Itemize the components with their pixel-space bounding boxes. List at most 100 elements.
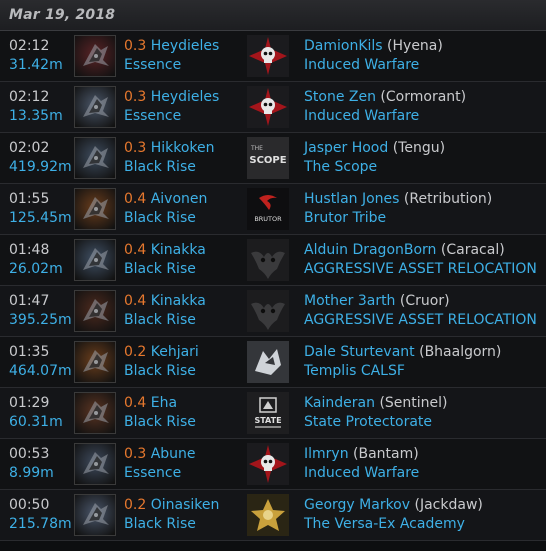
- system-link[interactable]: Eha: [151, 395, 177, 411]
- kill-row[interactable]: 01:35 464.07m 0.2 Kehjari Black Rise Dal…: [0, 337, 546, 388]
- pilot-link[interactable]: Stone Zen: [304, 89, 376, 105]
- pilot-link[interactable]: DamionKils: [304, 38, 383, 54]
- ship-type: (Bantam): [353, 446, 419, 462]
- system-line: 0.3 Heydieles: [124, 37, 219, 56]
- kill-row[interactable]: 01:48 26.02m 0.4 Kinakka Black Rise Aldu…: [0, 235, 546, 286]
- kill-value[interactable]: 8.99m: [9, 464, 54, 483]
- system-link[interactable]: Oinasiken: [151, 497, 220, 513]
- corp-link[interactable]: Induced Warfare: [304, 464, 419, 483]
- aar-logo[interactable]: [247, 290, 289, 332]
- system-line: 0.4 Kinakka: [124, 241, 206, 260]
- ship-icon-caracal[interactable]: [74, 239, 116, 281]
- system-link[interactable]: Heydieles: [151, 38, 220, 54]
- corp-link[interactable]: Induced Warfare: [304, 107, 419, 126]
- ship-icon-retribution[interactable]: [74, 188, 116, 230]
- pilot-link[interactable]: Hustlan Jones: [304, 191, 399, 207]
- kill-time: 01:55: [9, 191, 50, 207]
- ship-icon-sentinel[interactable]: [74, 392, 116, 434]
- region-link[interactable]: Black Rise: [124, 260, 196, 279]
- induced-warfare-logo[interactable]: [247, 86, 289, 128]
- pilot-link[interactable]: Kainderan: [304, 395, 375, 411]
- region-link[interactable]: Black Rise: [124, 362, 196, 381]
- pilot-link[interactable]: Dale Sturtevant: [304, 344, 415, 360]
- region-link[interactable]: Black Rise: [124, 515, 196, 534]
- corp-link[interactable]: AGGRESSIVE ASSET RELOCATION: [304, 260, 537, 279]
- region-link[interactable]: Black Rise: [124, 209, 196, 228]
- the-scope-logo[interactable]: THE SCOPE: [247, 137, 289, 179]
- date-label: Mar 19, 2018: [9, 7, 116, 23]
- system-line: 0.4 Aivonen: [124, 190, 207, 209]
- svg-text:BRUTOR: BRUTOR: [254, 215, 282, 223]
- corp-link[interactable]: Induced Warfare: [304, 56, 419, 75]
- ship-icon-bantam[interactable]: [74, 443, 116, 485]
- kill-time: 00:53: [9, 446, 50, 462]
- pilot-link[interactable]: Mother 3arth: [304, 293, 395, 309]
- kill-time: 01:48: [9, 242, 50, 258]
- system-link[interactable]: Kinakka: [151, 242, 206, 258]
- system-link[interactable]: Kehjari: [151, 344, 199, 360]
- kill-value[interactable]: 395.25m: [9, 311, 72, 330]
- kill-row[interactable]: 00:50 215.78m 0.2 Oinasiken Black Rise G…: [0, 490, 546, 541]
- ship-icon-jackdaw[interactable]: [74, 494, 116, 536]
- system-link[interactable]: Aivonen: [151, 191, 208, 207]
- security-status: 0.3: [124, 446, 147, 462]
- system-line: 0.3 Abune: [124, 445, 196, 464]
- kill-row[interactable]: 01:29 60.31m 0.4 Eha Black Rise STATE Ka…: [0, 388, 546, 439]
- pilot-link[interactable]: Ilmryn: [304, 446, 349, 462]
- kill-value[interactable]: 13.35m: [9, 107, 63, 126]
- corp-link[interactable]: Templis CALSF: [304, 362, 405, 381]
- pilot-link[interactable]: Georgy Markov: [304, 497, 410, 513]
- ship-icon-bhaalgorn[interactable]: [74, 341, 116, 383]
- pilot-link[interactable]: Alduin DragonBorn: [304, 242, 436, 258]
- kill-row[interactable]: 02:12 13.35m 0.3 Heydieles Essence Stone…: [0, 82, 546, 133]
- templis-logo[interactable]: [247, 341, 289, 383]
- region-link[interactable]: Black Rise: [124, 158, 196, 177]
- ship-icon-cruor[interactable]: [74, 290, 116, 332]
- kill-row[interactable]: 00:53 8.99m 0.3 Abune Essence Ilmryn (Ba…: [0, 439, 546, 490]
- svg-text:THE: THE: [250, 145, 263, 152]
- kill-value[interactable]: 419.92m: [9, 158, 72, 177]
- system-link[interactable]: Abune: [151, 446, 196, 462]
- kill-value[interactable]: 464.07m: [9, 362, 72, 381]
- pilot-line: DamionKils (Hyena): [304, 37, 443, 56]
- kill-row[interactable]: 01:47 395.25m 0.4 Kinakka Black Rise Mot…: [0, 286, 546, 337]
- state-protectorate-logo[interactable]: STATE: [247, 392, 289, 434]
- corp-link[interactable]: AGGRESSIVE ASSET RELOCATION: [304, 311, 537, 330]
- pilot-link[interactable]: Jasper Hood: [304, 140, 388, 156]
- security-status: 0.4: [124, 242, 147, 258]
- ship-icon-cormorant[interactable]: [74, 86, 116, 128]
- system-link[interactable]: Heydieles: [151, 89, 220, 105]
- kill-time: 02:02: [9, 140, 50, 156]
- region-link[interactable]: Black Rise: [124, 413, 196, 432]
- corp-link[interactable]: Brutor Tribe: [304, 209, 386, 228]
- region-link[interactable]: Essence: [124, 464, 181, 483]
- induced-warfare-logo[interactable]: [247, 443, 289, 485]
- kill-value[interactable]: 31.42m: [9, 56, 63, 75]
- brutor-logo[interactable]: BRUTOR: [247, 188, 289, 230]
- region-link[interactable]: Essence: [124, 107, 181, 126]
- corp-link[interactable]: State Protectorate: [304, 413, 432, 432]
- corp-link[interactable]: The Versa-Ex Academy: [304, 515, 465, 534]
- kill-row[interactable]: 01:55 125.45m 0.4 Aivonen Black Rise BRU…: [0, 184, 546, 235]
- pilot-line: Alduin DragonBorn (Caracal): [304, 241, 505, 260]
- kill-value[interactable]: 60.31m: [9, 413, 63, 432]
- svg-text:SCOPE: SCOPE: [249, 155, 286, 166]
- ship-type: (Caracal): [440, 242, 505, 258]
- ship-icon-hyena[interactable]: [74, 35, 116, 77]
- aar-logo[interactable]: [247, 239, 289, 281]
- induced-warfare-logo[interactable]: [247, 35, 289, 77]
- versa-ex-logo[interactable]: [247, 494, 289, 536]
- kill-value[interactable]: 26.02m: [9, 260, 63, 279]
- pilot-line: Ilmryn (Bantam): [304, 445, 419, 464]
- ship-icon-tengu[interactable]: [74, 137, 116, 179]
- region-link[interactable]: Essence: [124, 56, 181, 75]
- ship-type: (Tengu): [392, 140, 446, 156]
- corp-link[interactable]: The Scope: [304, 158, 377, 177]
- region-link[interactable]: Black Rise: [124, 311, 196, 330]
- system-link[interactable]: Kinakka: [151, 293, 206, 309]
- kill-value[interactable]: 125.45m: [9, 209, 72, 228]
- kill-value[interactable]: 215.78m: [9, 515, 72, 534]
- kill-row[interactable]: 02:02 419.92m 0.3 Hikkoken Black Rise TH…: [0, 133, 546, 184]
- kill-row[interactable]: 02:12 31.42m 0.3 Heydieles Essence Damio…: [0, 31, 546, 82]
- system-link[interactable]: Hikkoken: [151, 140, 215, 156]
